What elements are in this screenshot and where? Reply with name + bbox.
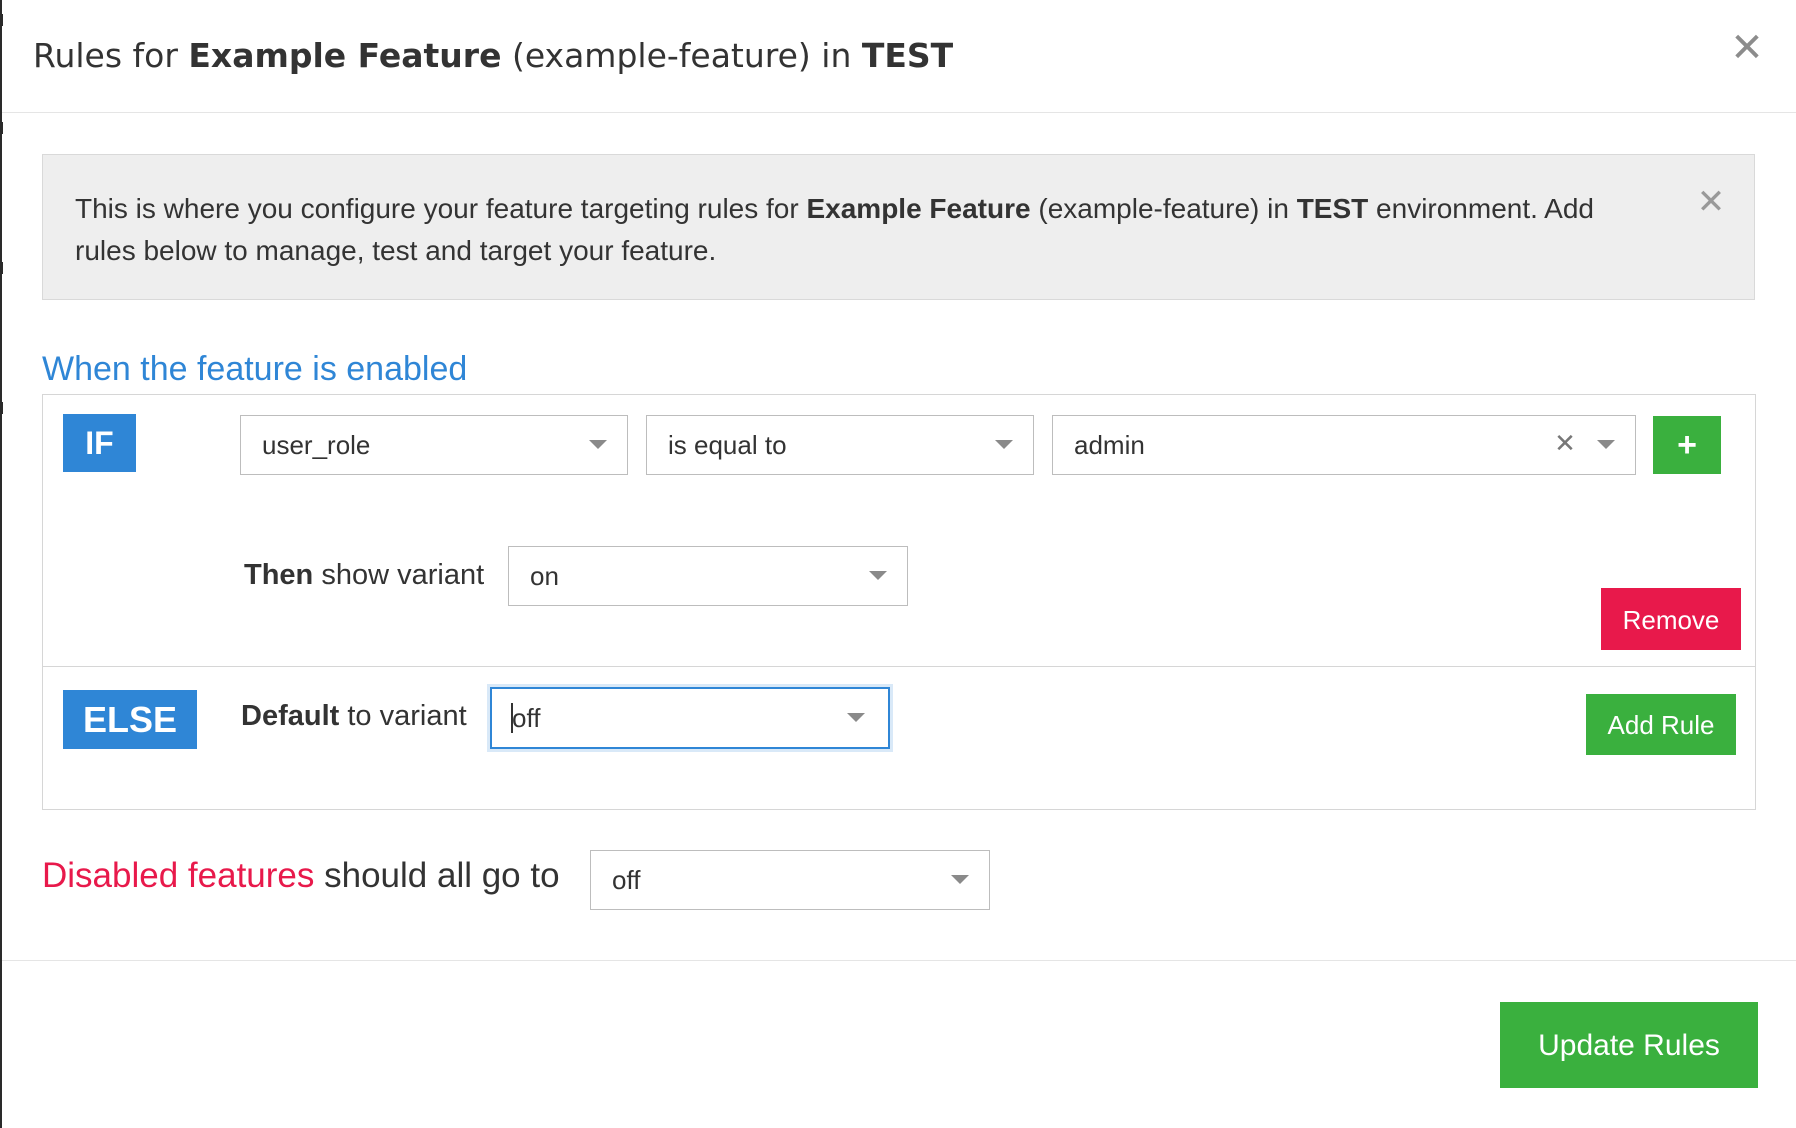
chevron-down-icon: [589, 440, 607, 449]
environment-name: TEST: [861, 36, 954, 75]
attribute-select[interactable]: user_role: [240, 415, 628, 475]
default-label: Default to variant: [241, 700, 467, 732]
modal-header: Rules for Example Feature (example-featu…: [2, 0, 1796, 113]
add-condition-button[interactable]: +: [1653, 416, 1721, 474]
alert-text: This is where you configure your feature…: [75, 193, 1594, 266]
operator-value: is equal to: [668, 430, 787, 460]
window-edge-mark: [0, 122, 3, 134]
chevron-down-icon: [869, 571, 887, 580]
window-edge-mark: [0, 402, 3, 414]
modal-title: Rules for Example Feature (example-featu…: [33, 36, 954, 75]
disabled-features-label: Disabled features should all go to: [42, 856, 560, 895]
rule-value: admin: [1074, 430, 1145, 460]
window-edge: [0, 0, 2, 1128]
close-icon[interactable]: ✕: [1727, 28, 1767, 68]
then-variant-value: on: [530, 561, 559, 591]
then-label: Then show variant: [244, 559, 485, 591]
disabled-variant-select[interactable]: off: [590, 850, 990, 910]
update-rules-button[interactable]: Update Rules: [1500, 1002, 1758, 1088]
chevron-down-icon: [1597, 440, 1615, 449]
else-badge: ELSE: [63, 690, 197, 749]
disabled-variant-value: off: [612, 865, 641, 895]
default-variant-select[interactable]: off: [490, 687, 890, 749]
window-edge-mark: [0, 262, 3, 274]
then-variant-select[interactable]: on: [508, 546, 908, 606]
remove-rule-button[interactable]: Remove: [1601, 588, 1741, 650]
chevron-down-icon: [847, 713, 865, 722]
chevron-down-icon: [995, 440, 1013, 449]
clear-icon[interactable]: ✕: [1551, 430, 1579, 458]
add-rule-button[interactable]: Add Rule: [1586, 694, 1736, 755]
default-variant-value: off: [512, 703, 541, 733]
attribute-value: user_role: [262, 430, 371, 460]
enabled-section-heading: When the feature is enabled: [42, 350, 468, 388]
chevron-down-icon: [951, 875, 969, 884]
feature-name: Example Feature: [188, 36, 502, 75]
rule-divider: [43, 666, 1755, 667]
operator-select[interactable]: is equal to: [646, 415, 1034, 475]
close-icon[interactable]: ✕: [1694, 185, 1728, 219]
rules-container: IF user_role is equal to admin ✕ + Then …: [42, 394, 1756, 810]
footer-divider: [2, 960, 1796, 961]
info-alert: This is where you configure your feature…: [42, 154, 1755, 300]
value-select[interactable]: admin ✕: [1052, 415, 1636, 475]
if-badge: IF: [63, 414, 136, 472]
